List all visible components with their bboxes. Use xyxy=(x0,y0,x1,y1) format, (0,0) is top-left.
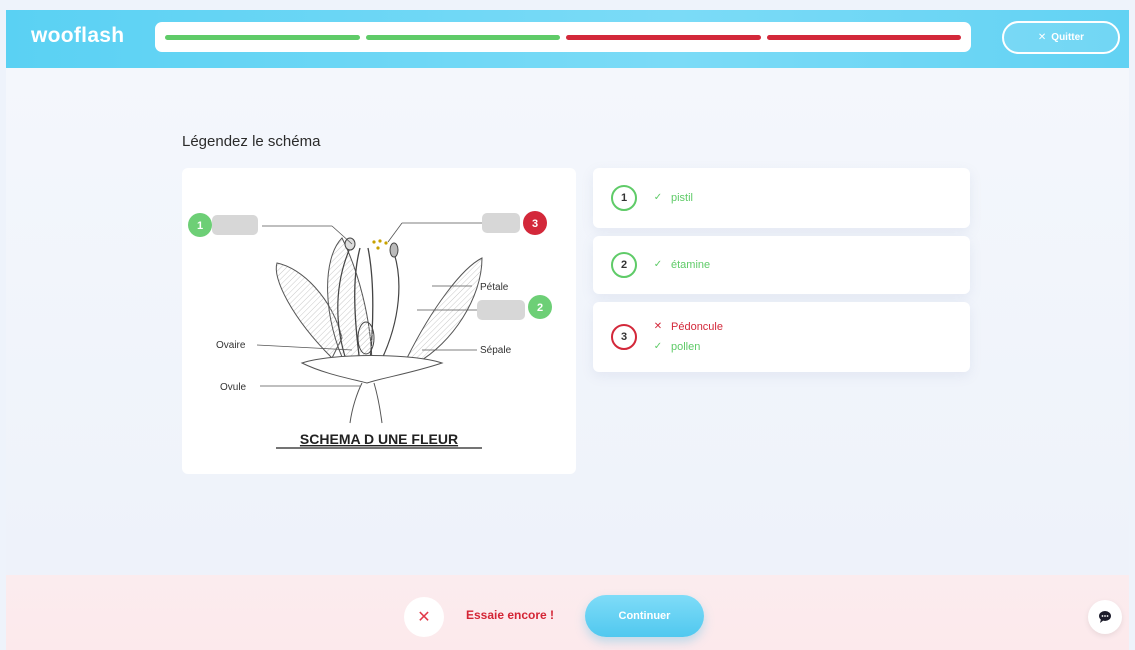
close-icon: ✕ xyxy=(1037,32,1047,43)
feedback-message: Essaie encore ! xyxy=(466,608,555,622)
answer-line: ✕ Pédoncule xyxy=(653,317,723,337)
answer-line: ✓ pistil xyxy=(653,188,693,208)
stem xyxy=(349,382,383,424)
marker-2-number: 2 xyxy=(537,302,543,314)
answer-line: ✓ pollen xyxy=(653,337,723,357)
continue-button[interactable]: Continuer xyxy=(585,595,704,637)
answer-text: pistil xyxy=(671,192,694,204)
check-icon: ✓ xyxy=(653,259,663,270)
question-title: Légendez le schéma xyxy=(182,133,321,150)
answer-card-2[interactable]: 2 ✓ étamine xyxy=(593,236,970,294)
progress-segment xyxy=(766,34,961,40)
blank-label-2[interactable] xyxy=(477,300,525,320)
progress-segment xyxy=(566,34,761,40)
right-petal xyxy=(406,257,483,364)
main-area: Légendez le schéma 1 2 3 Pétale Sépale O… xyxy=(6,68,1129,575)
diagram-caption: SCHEMA D UNE FLEUR xyxy=(300,431,458,447)
flower-diagram: 1 2 3 Pétale Sépale Ovaire Ovule SCHEMA … xyxy=(188,211,552,449)
sepal-shape xyxy=(300,355,444,384)
stamen-right xyxy=(379,252,400,364)
blank-label-1[interactable] xyxy=(212,215,258,235)
answer-card-3[interactable]: 3 ✕ Pédoncule ✓ pollen xyxy=(593,302,970,372)
blank-label-3[interactable] xyxy=(482,213,520,233)
chat-button[interactable] xyxy=(1088,600,1122,634)
top-bar: wooflash ✕ Quitter xyxy=(6,10,1129,68)
marker-3-number: 3 xyxy=(532,218,538,230)
progress-segment xyxy=(165,34,360,40)
answer-line: ✓ étamine xyxy=(653,255,710,275)
answer-lines: ✓ étamine xyxy=(653,255,710,275)
app-frame: wooflash ✕ Quitter Légendez le schéma 1 … xyxy=(6,10,1129,650)
answer-text: étamine xyxy=(671,259,711,271)
anther-right xyxy=(389,242,399,258)
close-icon: ✕ xyxy=(404,597,444,637)
check-icon: ✓ xyxy=(653,192,663,203)
label-sepale: Sépale xyxy=(480,345,512,356)
feedback-bar: ✕ Essaie encore ! Continuer xyxy=(6,575,1129,650)
ovary-shape xyxy=(357,321,375,355)
answer-number: 2 xyxy=(611,252,637,278)
answer-number: 3 xyxy=(611,324,637,350)
answer-number: 1 xyxy=(611,185,637,211)
check-icon: ✓ xyxy=(653,341,663,352)
answers-list: 1 ✓ pistil 2 ✓ étamine 3 ✕ Pédoncule ✓ p… xyxy=(593,168,970,380)
label-ovule: Ovule xyxy=(220,382,247,393)
anther-left xyxy=(344,237,356,251)
answer-card-1[interactable]: 1 ✓ pistil xyxy=(593,168,970,228)
quit-button[interactable]: ✕ Quitter xyxy=(1002,21,1120,54)
label-ovaire: Ovaire xyxy=(216,340,246,351)
marker-1-number: 1 xyxy=(197,220,203,232)
progress-bar xyxy=(155,22,971,52)
quit-label: Quitter xyxy=(1051,32,1085,43)
answer-lines: ✓ pistil xyxy=(653,188,693,208)
cross-icon: ✕ xyxy=(653,321,663,332)
progress-segment xyxy=(365,34,560,40)
diagram-card: 1 2 3 Pétale Sépale Ovaire Ovule SCHEMA … xyxy=(182,168,576,474)
logo: wooflash xyxy=(31,24,125,47)
label-petale: Pétale xyxy=(480,282,509,293)
answer-text: Pédoncule xyxy=(671,321,723,333)
answer-text: pollen xyxy=(671,341,701,353)
answer-lines: ✕ Pédoncule ✓ pollen xyxy=(653,317,723,357)
chat-icon xyxy=(1099,611,1111,623)
